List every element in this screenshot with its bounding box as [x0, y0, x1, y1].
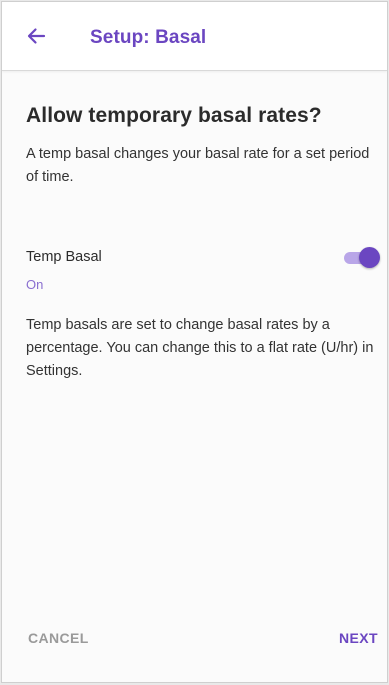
cancel-button[interactable]: CANCEL [28, 630, 89, 646]
app-bar: Setup: Basal [2, 2, 387, 71]
temp-basal-label: Temp Basal [26, 249, 102, 265]
setup-basal-screen: Setup: Basal Allow temporary basal rates… [1, 1, 388, 683]
intro-text: A temp basal changes your basal rate for… [26, 146, 370, 185]
explanation-text: Temp basals are set to change basal rate… [26, 317, 374, 379]
toggle-thumb [359, 247, 380, 268]
setup-question-heading: Allow temporary basal rates? [26, 104, 322, 127]
page-title: Setup: Basal [90, 27, 207, 48]
temp-basal-toggle[interactable] [342, 246, 382, 270]
next-button[interactable]: NEXT [339, 630, 378, 646]
arrow-left-icon [27, 28, 46, 44]
back-button[interactable] [24, 24, 48, 48]
temp-basal-status: On [26, 277, 44, 292]
